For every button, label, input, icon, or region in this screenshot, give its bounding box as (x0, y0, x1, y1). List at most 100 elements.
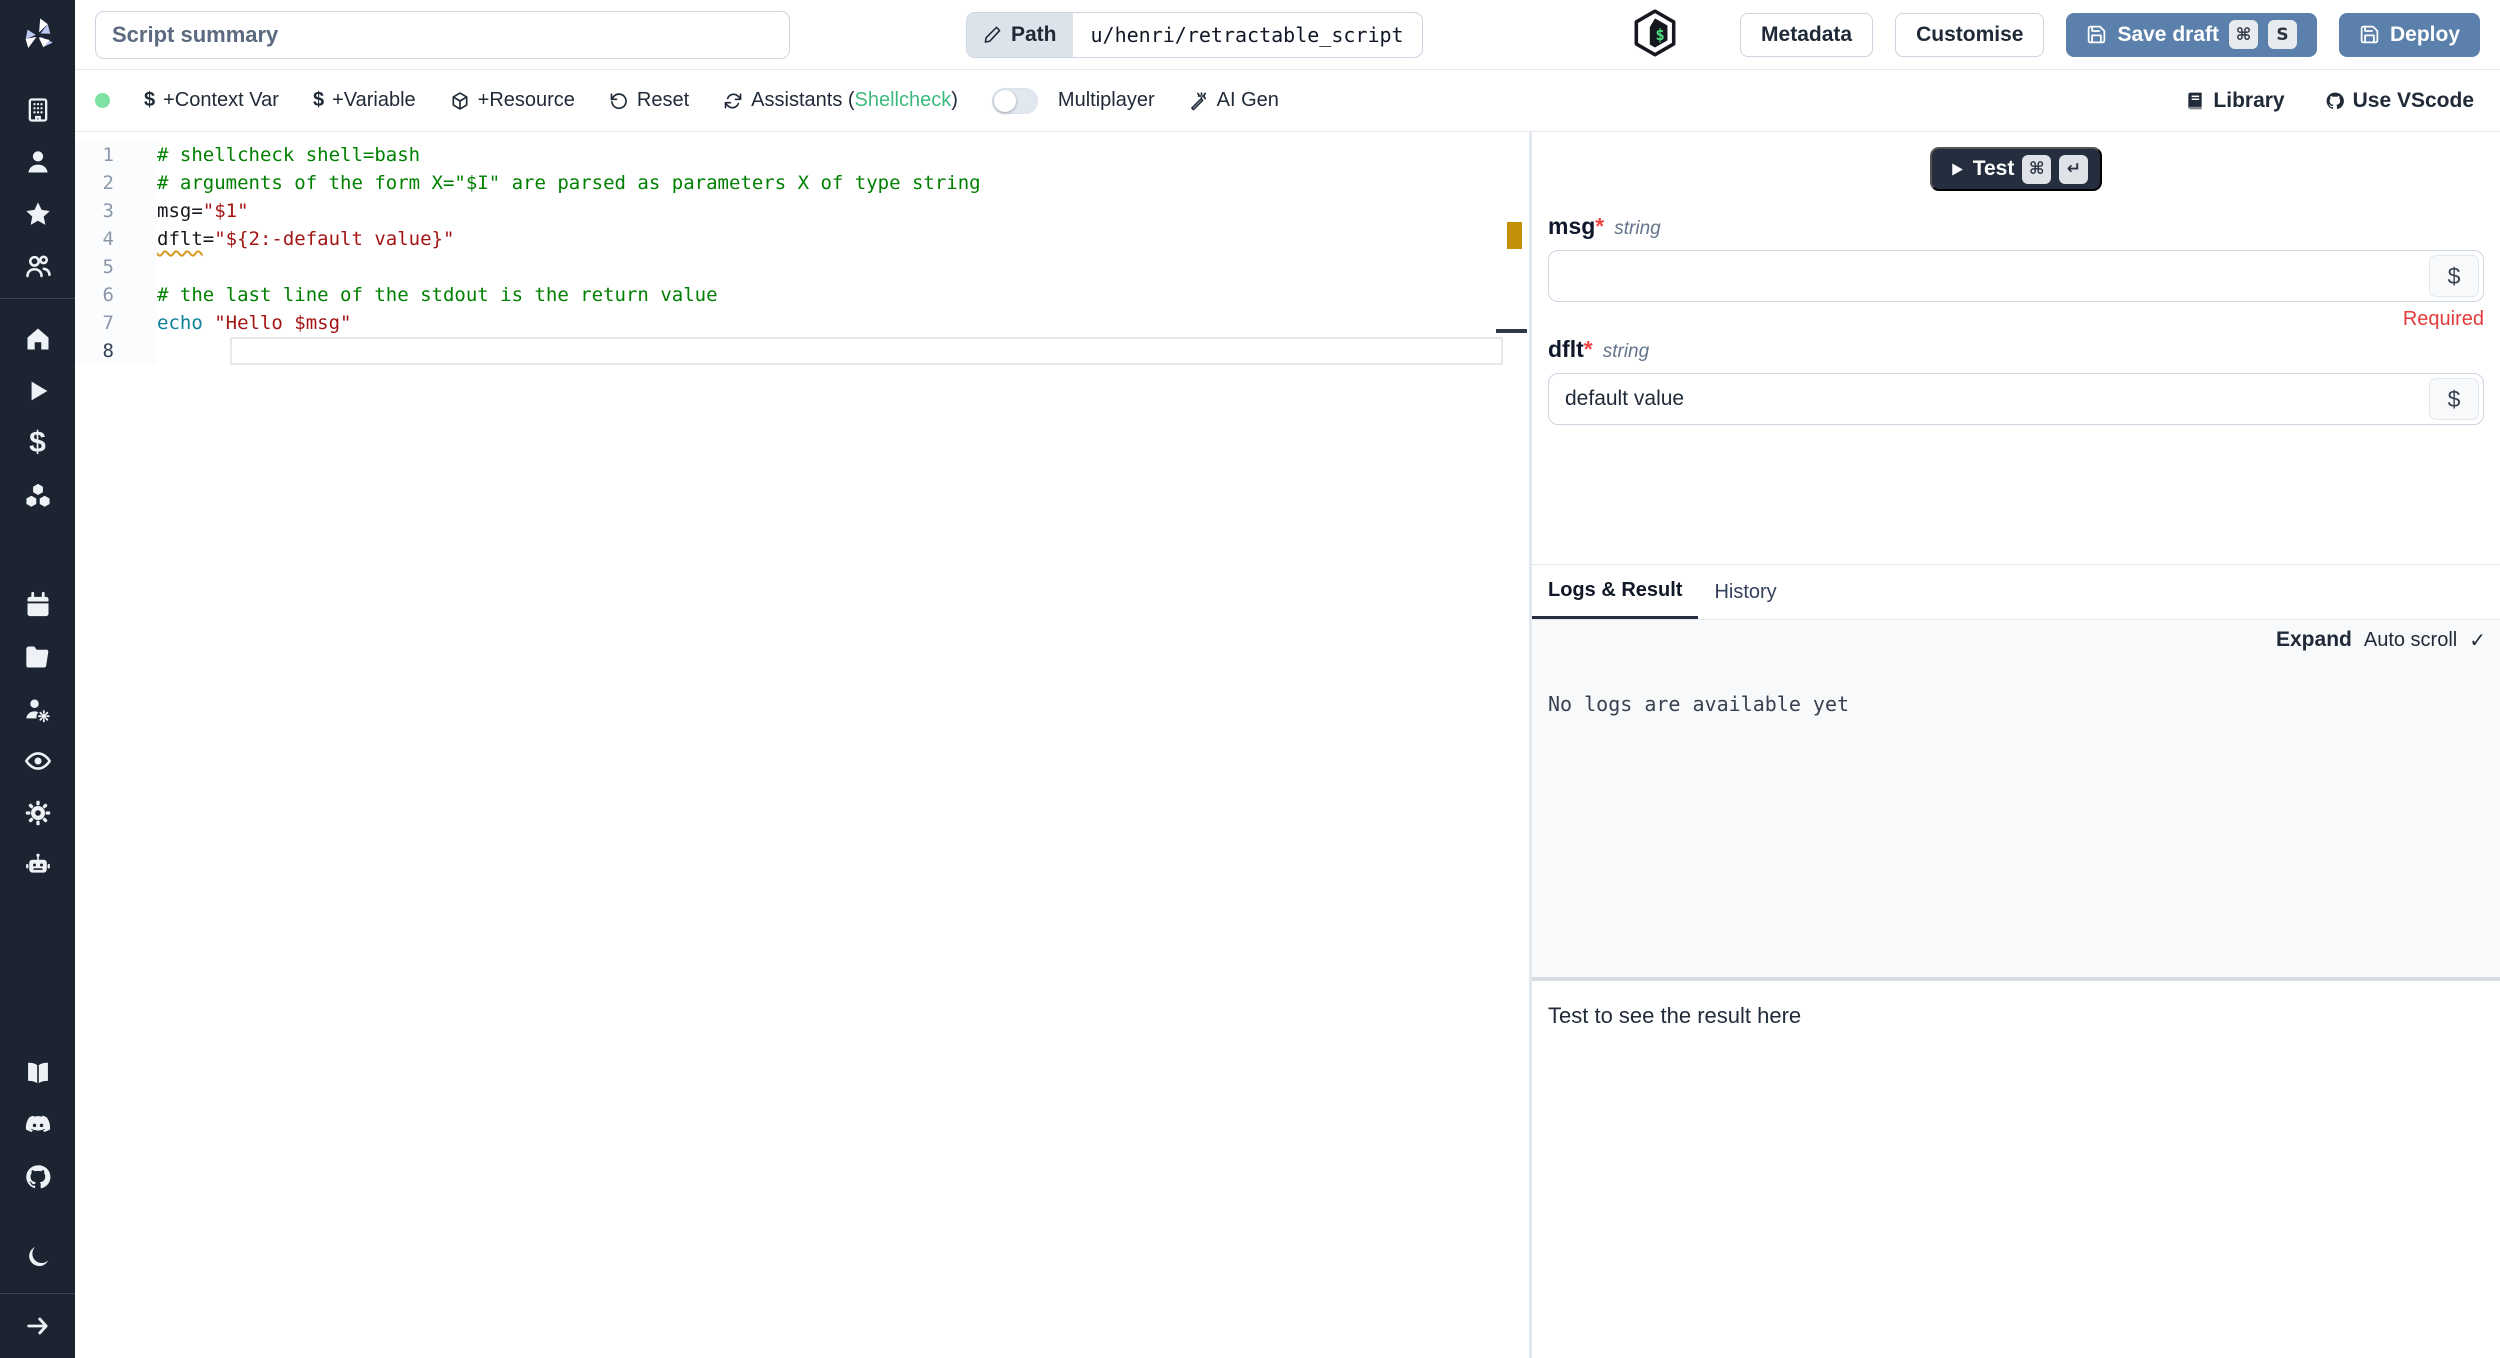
field-type: string (1602, 341, 1650, 362)
main-area: Path u/henri/retractable_script $ Metada… (75, 0, 2500, 1358)
book-icon (27, 1062, 48, 1084)
code-line[interactable]: 3 msg="$1" (75, 197, 1529, 225)
code-editor[interactable]: 1 # shellcheck shell=bash 2 # arguments of … (75, 132, 1529, 1358)
users-icon (25, 255, 51, 278)
sidebar-item-discord[interactable] (0, 1099, 75, 1151)
multiplayer-label: Multiplayer (1057, 89, 1155, 111)
overview-ruler[interactable] (1496, 132, 1529, 1358)
required-asterisk: * (1595, 213, 1605, 239)
code-line-text: dflt="${2:-default value}" (157, 228, 455, 250)
code-line[interactable]: 4 dflt="${2:-default value}" (75, 225, 1529, 253)
insert-variable-button[interactable]: $ (2429, 378, 2479, 420)
code-line[interactable]: 1 # shellcheck shell=bash (75, 141, 1529, 169)
field-label-msg: msg* string (1548, 213, 2484, 240)
bash-hexagon-icon: $ (1634, 8, 1676, 56)
check-icon[interactable]: ✓ (2469, 628, 2486, 652)
content: 1 # shellcheck shell=bash 2 # arguments of … (75, 132, 2500, 1358)
s-key-badge: S (2267, 20, 2297, 49)
sidebar-item-variables[interactable]: $ (0, 417, 75, 469)
gear-icon (25, 800, 50, 826)
context-var-label: +Context Var (163, 89, 279, 111)
test-button[interactable]: Test ⌘ ↵ (1929, 147, 2103, 191)
dflt-field-input[interactable] (1548, 373, 2484, 425)
code-line[interactable]: 8 (75, 337, 1529, 365)
field-name: dflt* (1548, 336, 1593, 362)
save-draft-button[interactable]: Save draft ⌘ S (2066, 12, 2317, 57)
code-line[interactable]: 7 echo "Hello $msg" (75, 309, 1529, 337)
sidebar-item-github[interactable] (0, 1151, 75, 1203)
insert-variable-button[interactable]: $ (2429, 255, 2479, 297)
use-vscode-label: Use VScode (2352, 88, 2474, 112)
result-tabs: Logs & Result History (1532, 565, 2500, 620)
sidebar-item-workers[interactable] (0, 839, 75, 891)
reset-button[interactable]: Reset (609, 89, 689, 112)
code-line[interactable]: 6 # the last line of the stdout is the re… (75, 281, 1529, 309)
add-context-var-button[interactable]: $ +Context Var (144, 89, 279, 112)
variable-label: +Variable (332, 89, 416, 111)
sidebar-item-favorites[interactable] (0, 188, 75, 240)
library-label: Library (2213, 88, 2285, 112)
autoscroll-label[interactable]: Auto scroll (2364, 629, 2457, 652)
sidebar-item-user[interactable] (0, 136, 75, 188)
use-vscode-button[interactable]: Use VScode (2325, 89, 2474, 113)
topbar-actions: Metadata Customise Save draft ⌘ S Deploy (1740, 12, 2480, 57)
sidebar-item-members[interactable] (0, 240, 75, 292)
dollar-icon: $ (144, 89, 156, 111)
editor-toolbar: $ +Context Var $ +Variable +Resource Res… (75, 70, 2500, 132)
tab-logs-result[interactable]: Logs & Result (1532, 565, 1699, 619)
deploy-button[interactable]: Deploy (2338, 12, 2480, 57)
code-line[interactable]: 5 (75, 253, 1529, 281)
result-placeholder: Test to see the result here (1548, 1003, 1802, 1028)
code-line-text: msg="$1" (157, 200, 249, 222)
customise-button[interactable]: Customise (1895, 12, 2045, 57)
msg-field-input[interactable] (1548, 250, 2484, 302)
sidebar-item-workspace[interactable] (0, 84, 75, 136)
sidebar-item-resources[interactable] (0, 469, 75, 521)
building-icon (28, 98, 47, 122)
sidebar-item-schedules[interactable] (0, 579, 75, 631)
library-button[interactable]: Library (2185, 88, 2285, 113)
sidebar-item-runs[interactable] (0, 365, 75, 417)
toggle-knob (993, 89, 1016, 112)
metadata-button[interactable]: Metadata (1740, 12, 1874, 57)
dollar-glyph: $ (2447, 385, 2461, 412)
shellcheck-link[interactable]: Shellcheck (855, 89, 952, 111)
add-variable-button[interactable]: $ +Variable (313, 89, 416, 112)
sidebar-item-settings[interactable] (0, 787, 75, 839)
play-icon (1951, 162, 1963, 176)
logs-empty-message: No logs are available yet (1548, 692, 1850, 716)
ai-gen-label: AI Gen (1216, 89, 1279, 111)
sidebar-item-docs[interactable] (0, 1047, 75, 1099)
moon-icon (28, 1246, 48, 1267)
sidebar-item-groups[interactable] (0, 683, 75, 735)
sidebar-expand-button[interactable] (0, 1300, 75, 1352)
multiplayer-toggle[interactable] (991, 87, 1038, 114)
sidebar-item-audit-logs[interactable] (0, 735, 75, 787)
bash-language-logo: $ (1629, 7, 1681, 63)
sidebar-item-home[interactable] (0, 313, 75, 365)
expand-button[interactable]: Expand (2276, 628, 2352, 652)
star-icon (25, 202, 50, 225)
sidebar-item-folders[interactable] (0, 631, 75, 683)
windmill-logo[interactable] (0, 0, 75, 70)
reset-label: Reset (636, 89, 690, 111)
line-number: 6 (75, 281, 157, 309)
script-summary-input[interactable] (95, 10, 790, 59)
test-label: Test (1972, 157, 2015, 180)
code-line[interactable]: 2 # arguments of the form X="$I" are pars… (75, 169, 1529, 197)
line-number: 2 (75, 169, 157, 197)
wand-sparkles-icon (1190, 91, 1206, 110)
ai-gen-button[interactable]: AI Gen (1189, 89, 1279, 112)
path-value[interactable]: u/henri/retractable_script (1073, 13, 1422, 57)
assistants-button[interactable]: Assistants (Shellcheck) (723, 89, 958, 112)
home-icon (27, 328, 48, 350)
save-draft-label: Save draft (2117, 22, 2219, 46)
library-book-icon (2188, 92, 2203, 109)
add-resource-button[interactable]: +Resource (450, 89, 575, 112)
tab-history[interactable]: History (1698, 565, 1792, 619)
line-number: 5 (75, 253, 157, 281)
refresh-icon (724, 93, 742, 108)
edit-path-button[interactable]: Path (967, 12, 1073, 57)
line-number: 1 (75, 141, 157, 169)
sidebar-item-dark-mode[interactable] (0, 1231, 75, 1283)
